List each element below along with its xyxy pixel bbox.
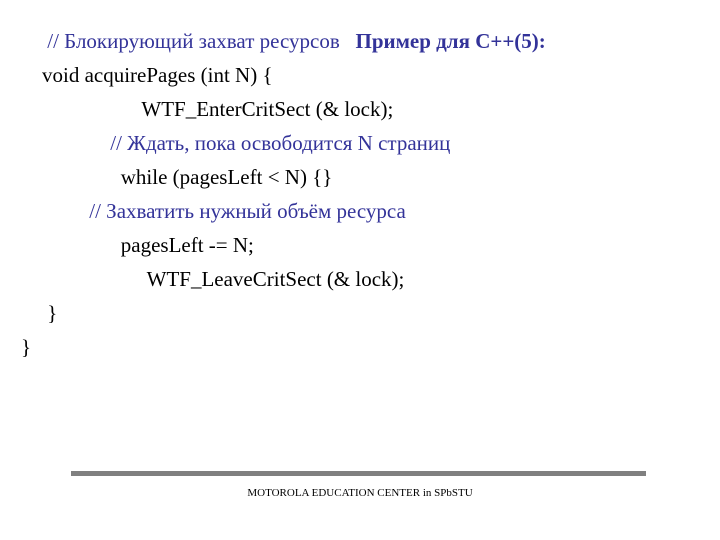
code-line-2: void acquirePages (int N) { [0, 58, 720, 92]
code-line-4: // Ждать, пока освободится N страниц [0, 126, 720, 160]
code-line-8: WTF_LeaveCritSect (& lock); [0, 262, 720, 296]
code-line-3: WTF_EnterCritSect (& lock); [0, 92, 720, 126]
footer-text: MOTOROLA EDUCATION CENTER in SPbSTU [0, 487, 720, 499]
slide: // Блокирующий захват ресурсов Пример дл… [0, 0, 720, 540]
code-line-1: // Блокирующий захват ресурсов Пример дл… [0, 24, 720, 58]
code-line-6: // Захватить нужный объём ресурса [0, 194, 720, 228]
comment-text: // Блокирующий захват ресурсов [0, 29, 356, 53]
code-line-7: pagesLeft -= N; [0, 228, 720, 262]
footer-rule [71, 471, 646, 476]
example-label: Пример для С++(5): [356, 29, 546, 53]
code-line-10: } [0, 330, 720, 364]
code-line-5: while (pagesLeft < N) {} [0, 160, 720, 194]
code-line-9: } [0, 296, 720, 330]
